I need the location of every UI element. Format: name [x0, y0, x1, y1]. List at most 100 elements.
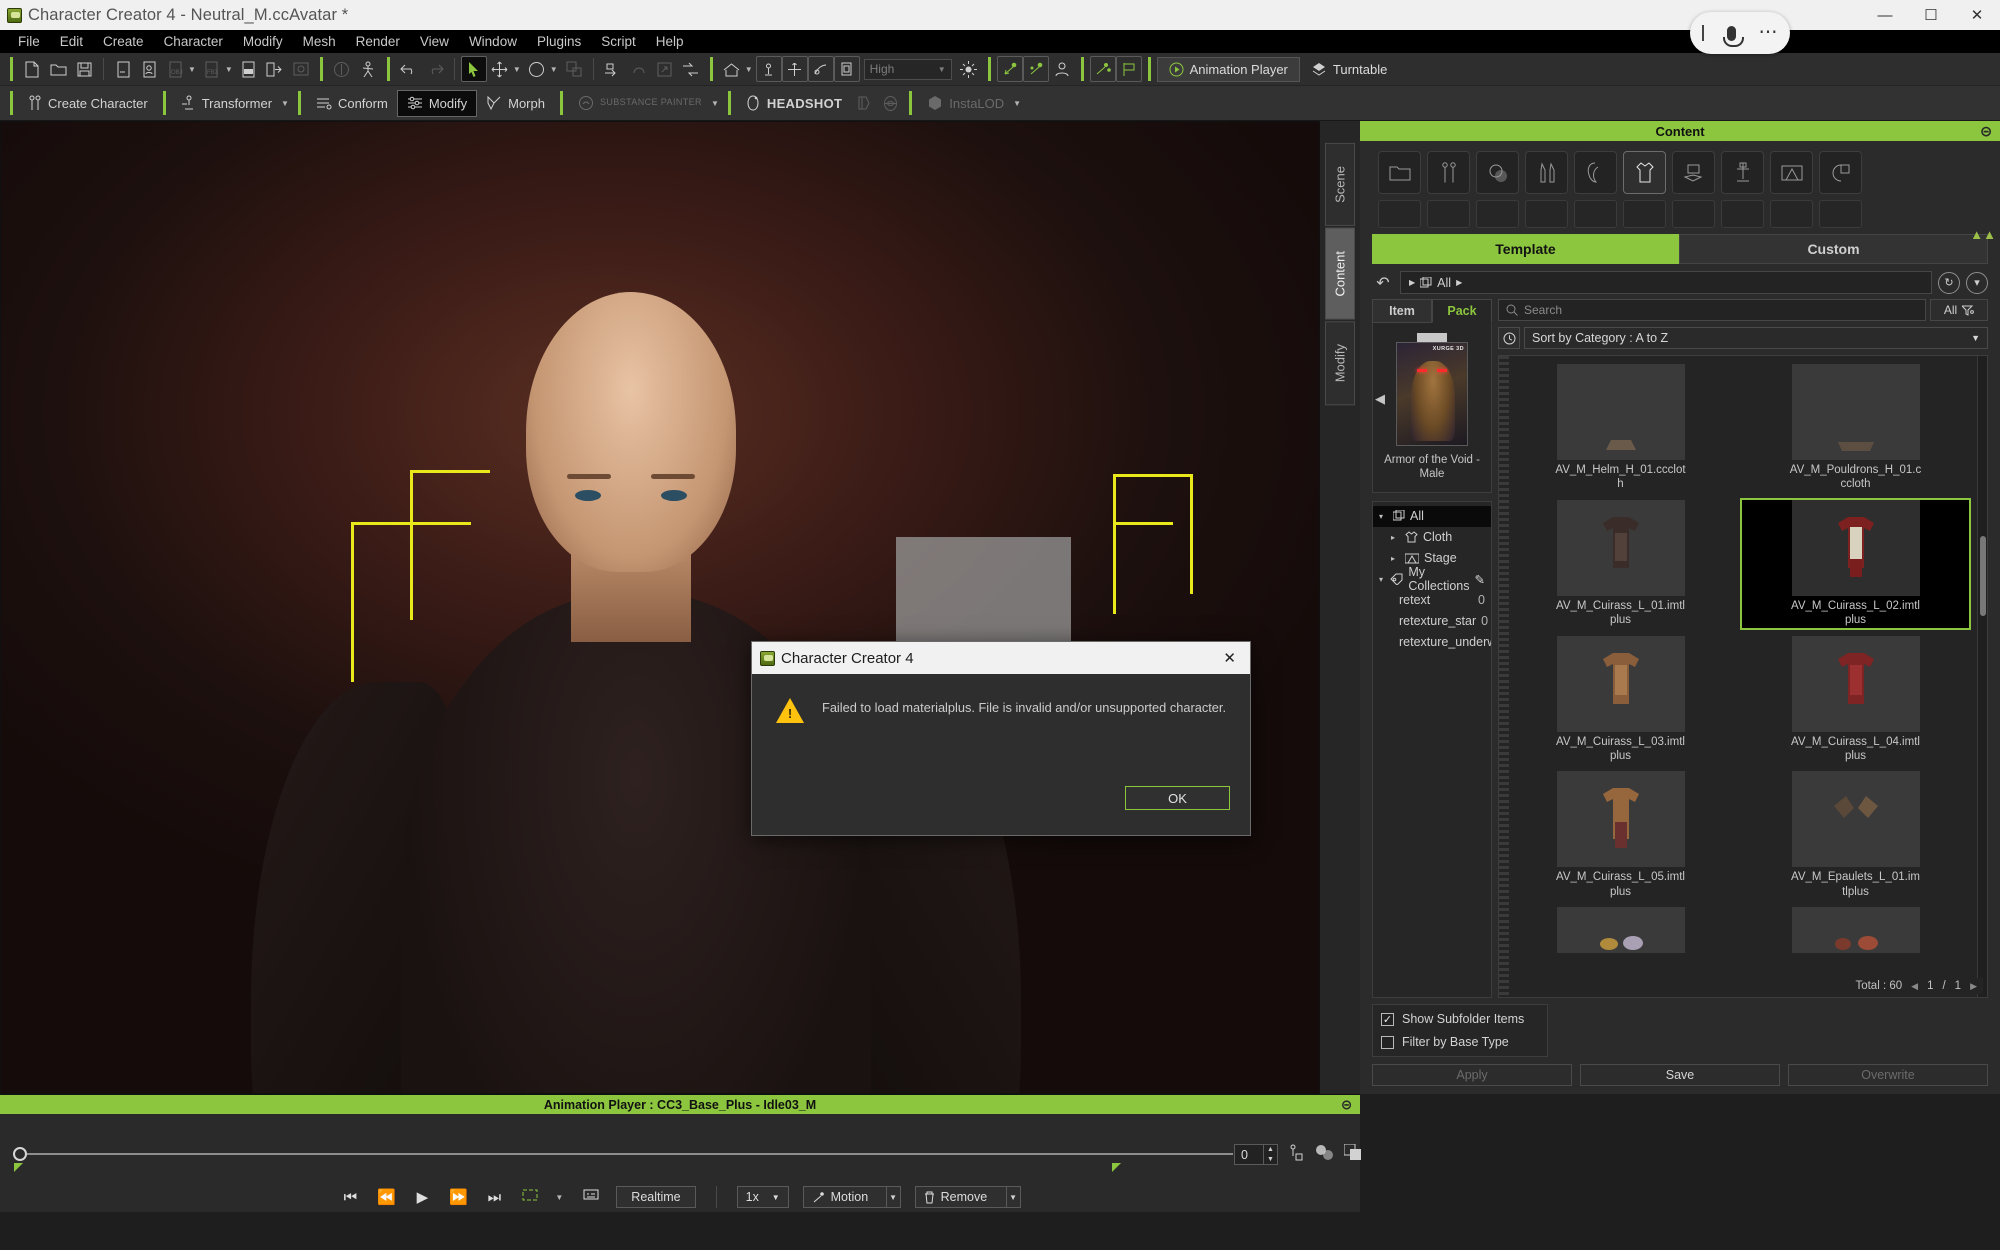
- item-grid[interactable]: AV_M_Helm_H_01.cccloth AV_M_Pouldrons_H_…: [1498, 355, 1988, 998]
- undo-icon[interactable]: [396, 56, 422, 82]
- refresh-icon[interactable]: ↻: [1938, 271, 1960, 294]
- rotate-tool-icon[interactable]: [524, 56, 550, 82]
- substance-painter-caret-icon[interactable]: ▼: [711, 99, 719, 108]
- subcategory-slot-7[interactable]: [1672, 200, 1715, 228]
- flip-icon[interactable]: [678, 56, 704, 82]
- import-fbx-icon[interactable]: FBX: [199, 56, 225, 82]
- subcategory-slot-10[interactable]: [1819, 200, 1862, 228]
- import-obj-icon[interactable]: OBJ: [162, 56, 188, 82]
- lighting-icon[interactable]: [1819, 151, 1862, 194]
- sidebar-item-content[interactable]: Content: [1325, 227, 1355, 320]
- subcategory-slot-2[interactable]: [1427, 200, 1470, 228]
- minimize-button[interactable]: —: [1862, 0, 1908, 30]
- back-arrow-icon[interactable]: ↶: [1372, 273, 1394, 293]
- fast-forward-icon[interactable]: ⏩: [447, 1188, 469, 1206]
- sidebar-item-scene[interactable]: Scene: [1325, 143, 1355, 226]
- instalod-caret-icon[interactable]: ▼: [1013, 99, 1021, 108]
- menu-item-character[interactable]: Character: [154, 30, 233, 53]
- stage-icon[interactable]: [1770, 151, 1813, 194]
- preview-icon[interactable]: [329, 56, 355, 82]
- tree-item-my-collections[interactable]: ▾ My Collections ✎: [1373, 565, 1491, 593]
- loop-caret-icon[interactable]: ▼: [555, 1193, 563, 1202]
- search-input[interactable]: Search: [1498, 299, 1926, 321]
- new-project-icon[interactable]: [110, 56, 136, 82]
- edit-motion-icon[interactable]: [1089, 56, 1116, 82]
- tab-conform[interactable]: Conform: [307, 90, 397, 117]
- grid-scrollbar-thumb[interactable]: [1980, 536, 1986, 616]
- remove-caret-icon[interactable]: ▼: [1006, 1186, 1021, 1208]
- makeup-icon[interactable]: [1525, 151, 1568, 194]
- jump-end-icon[interactable]: ⏭: [483, 1189, 505, 1206]
- ik-icon[interactable]: [996, 56, 1023, 82]
- import-obj-caret-icon[interactable]: ▼: [188, 65, 196, 74]
- subcategory-slot-8[interactable]: [1721, 200, 1764, 228]
- jump-start-icon[interactable]: ⏮: [339, 1189, 361, 1206]
- pose-icon[interactable]: [355, 56, 381, 82]
- tab-pack[interactable]: Pack: [1432, 299, 1492, 323]
- ik-pose-icon[interactable]: [1288, 1144, 1304, 1167]
- save-icon[interactable]: [71, 56, 97, 82]
- sculpt-icon[interactable]: [851, 90, 877, 116]
- tree-item-all[interactable]: ▾ All: [1373, 505, 1491, 527]
- tree-item-retexture-underwear[interactable]: retexture_underwear 0: [1373, 632, 1491, 653]
- viewport-3d[interactable]: Character Creator 4 ✕ Failed to load mat…: [0, 121, 1320, 1094]
- list-item[interactable]: AV_M_Pouldrons_H_01.cccloth: [1740, 362, 1971, 494]
- close-icon[interactable]: ⊝: [1341, 1097, 1352, 1113]
- pivot-icon[interactable]: [600, 56, 626, 82]
- accessory-icon[interactable]: [1672, 151, 1715, 194]
- list-item[interactable]: AV_M_Cuirass_L_04.imtlplus: [1740, 634, 1971, 766]
- close-icon[interactable]: ⊝: [1980, 123, 1992, 140]
- tab-custom[interactable]: Custom: [1679, 234, 1988, 264]
- select-tool-icon[interactable]: [460, 56, 487, 82]
- prev-page-icon[interactable]: ◀: [1911, 981, 1918, 992]
- subcategory-slot-9[interactable]: [1770, 200, 1813, 228]
- tab-morph[interactable]: Morph: [477, 90, 554, 117]
- grid-scrollbar[interactable]: [1977, 356, 1987, 997]
- render-quality-select[interactable]: High ▼: [863, 58, 952, 80]
- tab-instalod[interactable]: InstaLOD: [918, 90, 1013, 117]
- grid-icon[interactable]: [781, 56, 808, 82]
- scale-tool-icon[interactable]: [561, 56, 587, 82]
- tab-transformer[interactable]: Transformer: [172, 90, 281, 117]
- import-usd-icon[interactable]: [236, 56, 262, 82]
- close-button[interactable]: ✕: [1954, 0, 2000, 30]
- history-clock-icon[interactable]: [1498, 327, 1520, 349]
- list-item[interactable]: [1505, 905, 1736, 955]
- home-view-icon[interactable]: [719, 56, 745, 82]
- move-tool-caret-icon[interactable]: ▼: [513, 65, 521, 74]
- apply-button[interactable]: Apply: [1372, 1064, 1572, 1086]
- tree-item-cloth[interactable]: ▸ Cloth: [1373, 527, 1491, 548]
- close-icon[interactable]: ✕: [1223, 649, 1236, 667]
- tab-substance-painter[interactable]: SUBSTANCE PAINTER: [569, 90, 711, 117]
- menu-item-create[interactable]: Create: [93, 30, 154, 53]
- tab-create-character[interactable]: Create Character: [19, 90, 157, 117]
- edit-pencil-icon[interactable]: ✎: [1475, 572, 1485, 587]
- rotate-view-icon[interactable]: [626, 56, 652, 82]
- skin-icon[interactable]: [1476, 151, 1519, 194]
- menu-item-plugins[interactable]: Plugins: [527, 30, 591, 53]
- collapse-up-icon[interactable]: ▲▲: [1970, 227, 1996, 242]
- menu-item-modify[interactable]: Modify: [233, 30, 293, 53]
- list-item[interactable]: AV_M_Cuirass_L_01.imtlplus: [1505, 498, 1736, 630]
- head-icon[interactable]: [877, 90, 903, 116]
- rotate-tool-caret-icon[interactable]: ▼: [550, 65, 558, 74]
- list-item[interactable]: AV_M_Epaulets_L_01.imtlplus: [1740, 769, 1971, 901]
- frame-stepper[interactable]: ▲ ▼: [1263, 1144, 1277, 1165]
- transformer-caret-icon[interactable]: ▼: [281, 99, 289, 108]
- subtitle-icon[interactable]: [580, 1189, 602, 1206]
- save-button[interactable]: Save: [1580, 1064, 1780, 1086]
- motion-select[interactable]: Motion: [802, 1186, 887, 1208]
- realtime-button[interactable]: Realtime: [616, 1186, 696, 1208]
- list-item[interactable]: AV_M_Cuirass_L_05.imtlplus: [1505, 769, 1736, 901]
- menu-item-view[interactable]: View: [410, 30, 459, 53]
- filter-all-button[interactable]: All: [1930, 299, 1988, 321]
- box-icon[interactable]: [833, 56, 860, 82]
- play-icon[interactable]: ▶: [411, 1188, 433, 1206]
- folder-icon[interactable]: [1378, 151, 1421, 194]
- menu-item-render[interactable]: Render: [346, 30, 410, 53]
- subcategory-slot-1[interactable]: [1378, 200, 1421, 228]
- home-view-caret-icon[interactable]: ▼: [745, 65, 753, 74]
- more-options-icon[interactable]: ⋯: [1759, 23, 1779, 42]
- screenshot-icon[interactable]: [288, 56, 314, 82]
- screen-recorder-toolbar[interactable]: ⋯: [1690, 12, 1790, 54]
